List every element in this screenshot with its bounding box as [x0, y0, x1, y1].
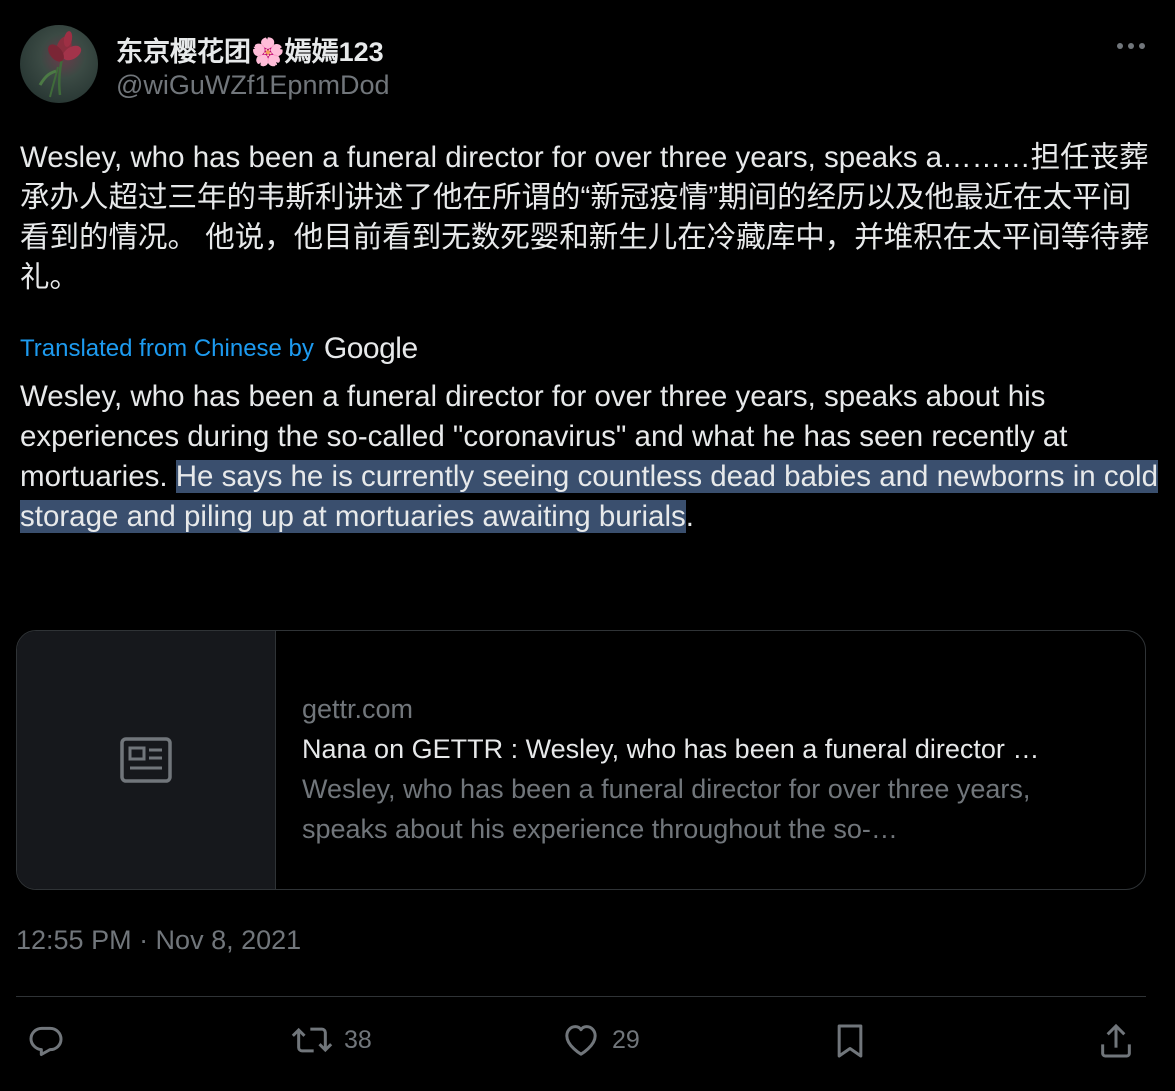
- user-handle[interactable]: @wiGuWZf1EpnmDod: [116, 70, 389, 101]
- reply-button[interactable]: [26, 1020, 66, 1060]
- avatar[interactable]: [20, 25, 98, 103]
- reply-icon: [29, 1026, 63, 1056]
- display-name[interactable]: 东京樱花团🌸嫣嫣123: [116, 30, 384, 69]
- card-thumbnail: [17, 631, 276, 889]
- card-body: gettr.com Nana on GETTR : Wesley, who ha…: [276, 631, 1122, 889]
- translated-text: Wesley, who has been a funeral director …: [20, 377, 1160, 537]
- heart-icon: [565, 1025, 597, 1056]
- card-description: Wesley, who has been a funeral director …: [302, 774, 1031, 844]
- bookmark-button[interactable]: [830, 1020, 870, 1062]
- translated-label[interactable]: Translated from Chinese by: [20, 335, 314, 363]
- like-button[interactable]: 29: [560, 1020, 640, 1060]
- article-icon: [120, 737, 172, 783]
- link-card[interactable]: gettr.com Nana on GETTR : Wesley, who ha…: [16, 630, 1146, 890]
- share-icon: [1101, 1023, 1131, 1058]
- translation-attribution: Translated from Chinese by Google: [20, 332, 418, 366]
- divider: [16, 996, 1146, 997]
- share-button[interactable]: [1096, 1020, 1136, 1062]
- action-bar: 38 29: [0, 1020, 1175, 1070]
- card-domain: gettr.com: [302, 694, 414, 724]
- more-options-icon[interactable]: [1114, 32, 1150, 60]
- flower-image: [38, 31, 82, 98]
- retweet-button[interactable]: 38: [290, 1020, 372, 1060]
- translation-selection: He says he is currently seeing countless…: [20, 460, 1159, 533]
- tweet-timestamp[interactable]: 12:55 PM · Nov 8, 2021: [16, 925, 301, 956]
- bookmark-icon: [837, 1024, 863, 1058]
- retweet-count: 38: [344, 1025, 372, 1054]
- card-title: Nana on GETTR : Wesley, who has been a f…: [302, 734, 1040, 764]
- translation-end: .: [685, 500, 694, 533]
- retweet-icon: [291, 1027, 333, 1053]
- google-logo: Google: [323, 332, 418, 365]
- tweet-text: Wesley, who has been a funeral director …: [20, 141, 1150, 294]
- like-count: 29: [612, 1025, 640, 1054]
